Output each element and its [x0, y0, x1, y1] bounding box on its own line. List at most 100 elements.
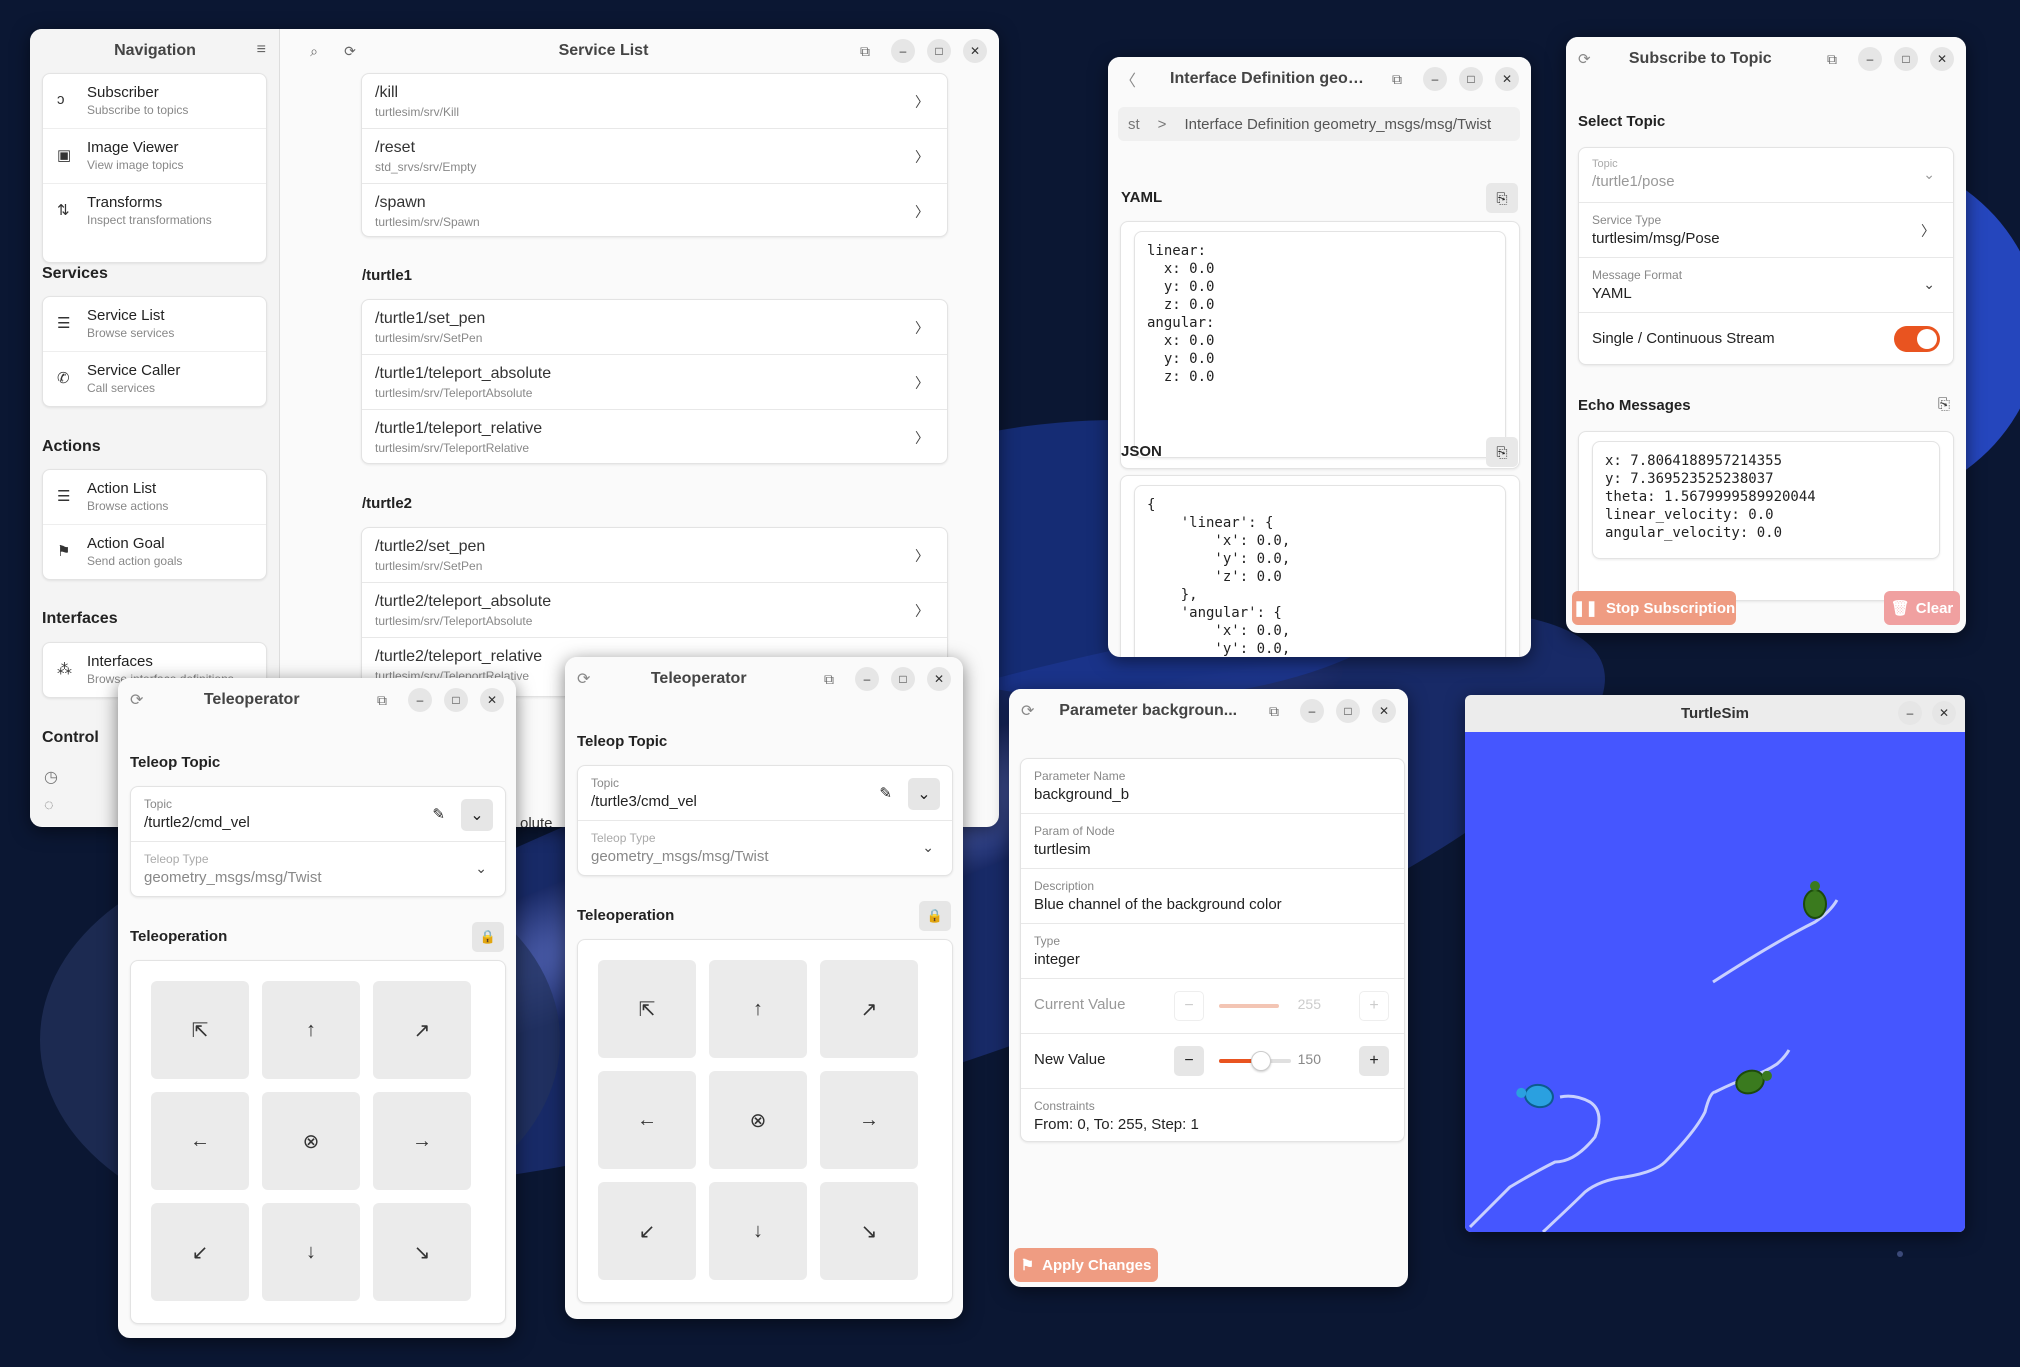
back-icon[interactable]: 〈 [1120, 67, 1136, 91]
minimize-button[interactable]: – [408, 688, 432, 712]
service-name: /turtle2/teleport_absolute [375, 593, 552, 610]
clear-button[interactable]: 🗑 Clear [1884, 591, 1960, 625]
refresh-icon[interactable]: ⟳ [1578, 50, 1591, 68]
maximize-button[interactable]: □ [444, 688, 468, 712]
refresh-icon[interactable]: ⟳ [130, 690, 143, 710]
teleop-up-left-button[interactable]: ⇱ [598, 960, 696, 1058]
teleop-up-button[interactable]: ↑ [709, 960, 807, 1058]
sidebar-item[interactable]: ⚑ Action Goal Send action goals [43, 525, 266, 580]
teleop-down-left-button[interactable]: ↙ [151, 1203, 249, 1301]
new-value-label: New Value [1034, 1051, 1106, 1068]
refresh-icon[interactable]: ⟳ [1021, 701, 1034, 721]
service-type-row[interactable]: Service Type turtlesim/msg/Pose 〉 [1579, 203, 1953, 258]
menu-icon[interactable]: ≡ [257, 41, 266, 59]
close-button[interactable]: ✕ [480, 688, 504, 712]
param-node-value: turtlesim [1034, 841, 1091, 858]
copy-json-icon[interactable]: ⎘ [1486, 437, 1518, 467]
apply-changes-button[interactable]: ⚑ Apply Changes [1014, 1248, 1158, 1282]
teleop-down-button[interactable]: ↓ [262, 1203, 360, 1301]
teleop-down-button[interactable]: ↓ [709, 1182, 807, 1280]
parameter-window: ⟳ Parameter backgroun... ⧉ – □ ✕ Paramet… [1009, 689, 1408, 1287]
stream-toggle[interactable] [1894, 326, 1940, 352]
teleop-right-button[interactable]: → [820, 1071, 918, 1169]
slider-handle[interactable] [1251, 1051, 1272, 1071]
topic-select[interactable]: Topic /turtle1/pose ⌄ [1579, 148, 1953, 203]
sidebar-item[interactable]: ↄ Subscriber Subscribe to topics [43, 74, 266, 129]
minimize-button[interactable]: – [855, 667, 879, 691]
close-button[interactable]: ✕ [927, 667, 951, 691]
popout-icon[interactable]: ⧉ [1260, 697, 1288, 725]
teleop-type-select[interactable]: Teleop Type geometry_msgs/msg/Twist ⌄ [131, 842, 505, 897]
minus-button[interactable]: − [1174, 1046, 1204, 1076]
service-row[interactable]: /turtle1/teleport_relative turtlesim/srv… [362, 410, 947, 465]
minimize-button[interactable]: – [1858, 47, 1882, 71]
teleop-left-button[interactable]: ← [598, 1071, 696, 1169]
minimize-button[interactable]: – [891, 39, 915, 63]
minimize-button[interactable]: – [1423, 67, 1447, 91]
popout-icon[interactable]: ⧉ [368, 686, 396, 714]
sidebar-item[interactable]: ✆ Service Caller Call services [43, 352, 266, 407]
service-row[interactable]: /turtle2/teleport_absolute turtlesim/srv… [362, 583, 947, 638]
lock-icon[interactable]: 🔒 [919, 901, 951, 931]
popout-icon[interactable]: ⧉ [1818, 45, 1846, 73]
sidebar-item[interactable]: ⇅ Transforms Inspect transformations [43, 184, 266, 239]
edit-icon[interactable]: ✎ [879, 784, 892, 802]
teleop-left-button[interactable]: ← [151, 1092, 249, 1190]
sidebar-item[interactable]: ☰ Action List Browse actions [43, 470, 266, 525]
close-button[interactable]: ✕ [1372, 699, 1396, 723]
service-row[interactable]: /spawn turtlesim/srv/Spawn 〉 [362, 184, 947, 239]
close-button[interactable]: ✕ [1930, 47, 1954, 71]
stop-subscription-button[interactable]: ❚❚ Stop Subscription [1572, 591, 1736, 625]
teleop-down-right-button[interactable]: ↘ [820, 1182, 918, 1280]
teleop-right-button[interactable]: → [373, 1092, 471, 1190]
service-row[interactable]: /reset std_srvs/srv/Empty 〉 [362, 129, 947, 184]
circle-icon[interactable]: ◌ [44, 797, 54, 815]
dropdown-button[interactable]: ⌄ [908, 778, 940, 810]
clock-icon[interactable]: ◷ [44, 767, 58, 787]
close-button[interactable]: ✕ [1495, 67, 1519, 91]
teleop-down-right-button[interactable]: ↘ [373, 1203, 471, 1301]
plus-button: + [1359, 991, 1389, 1021]
maximize-button[interactable]: □ [891, 667, 915, 691]
service-row[interactable]: /turtle1/set_pen turtlesim/srv/SetPen 〉 [362, 300, 947, 355]
close-button[interactable]: ✕ [1932, 701, 1956, 725]
teleop-up-right-button[interactable]: ↗ [820, 960, 918, 1058]
service-row[interactable]: /turtle1/teleport_absolute turtlesim/srv… [362, 355, 947, 410]
search-icon[interactable]: ⌕ [300, 37, 328, 65]
service-row[interactable]: /turtle2/set_pen turtlesim/srv/SetPen 〉 [362, 528, 947, 583]
popout-icon[interactable]: ⧉ [851, 37, 879, 65]
teleop-up-button[interactable]: ↑ [262, 981, 360, 1079]
service-row[interactable]: /kill turtlesim/srv/Kill 〉 [362, 74, 947, 129]
minimize-button[interactable]: – [1898, 701, 1922, 725]
dropdown-button[interactable]: ⌄ [461, 799, 493, 831]
copy-yaml-icon[interactable]: ⎘ [1486, 183, 1518, 213]
teleop-header: ⟳ Teleoperator ⧉ – □ ✕ [565, 657, 963, 701]
format-select[interactable]: Message Format YAML ⌄ [1579, 258, 1953, 313]
teleop-stop-button[interactable]: ⊗ [262, 1092, 360, 1190]
teleop-stop-button[interactable]: ⊗ [709, 1071, 807, 1169]
edit-icon[interactable]: ✎ [432, 805, 445, 823]
lock-icon[interactable]: 🔒 [472, 922, 504, 952]
copy-icon[interactable]: ⎘ [1938, 396, 1950, 413]
maximize-button[interactable]: □ [1894, 47, 1918, 71]
teleop-up-left-button[interactable]: ⇱ [151, 981, 249, 1079]
teleop-up-right-button[interactable]: ↗ [373, 981, 471, 1079]
popout-icon[interactable]: ⧉ [1383, 65, 1411, 93]
sidebar-item[interactable]: ☰ Service List Browse services [43, 297, 266, 352]
topic-field[interactable]: Topic /turtle3/cmd_vel ✎ ⌄ [578, 766, 952, 821]
breadcrumb-prev[interactable]: st [1128, 116, 1140, 133]
plus-button[interactable]: + [1359, 1046, 1389, 1076]
maximize-button[interactable]: □ [1336, 699, 1360, 723]
maximize-button[interactable]: □ [927, 39, 951, 63]
refresh-icon[interactable]: ⟳ [336, 37, 364, 65]
teleop-down-left-button[interactable]: ↙ [598, 1182, 696, 1280]
refresh-icon[interactable]: ⟳ [577, 669, 590, 689]
sidebar-item[interactable]: ▣ Image Viewer View image topics [43, 129, 266, 184]
interface-title: Interface Definition geom... [1170, 70, 1375, 87]
maximize-button[interactable]: □ [1459, 67, 1483, 91]
topic-field[interactable]: Topic /turtle2/cmd_vel ✎ ⌄ [131, 787, 505, 842]
minimize-button[interactable]: – [1300, 699, 1324, 723]
popout-icon[interactable]: ⧉ [815, 665, 843, 693]
teleop-type-select[interactable]: Teleop Type geometry_msgs/msg/Twist ⌄ [578, 821, 952, 876]
close-button[interactable]: ✕ [963, 39, 987, 63]
